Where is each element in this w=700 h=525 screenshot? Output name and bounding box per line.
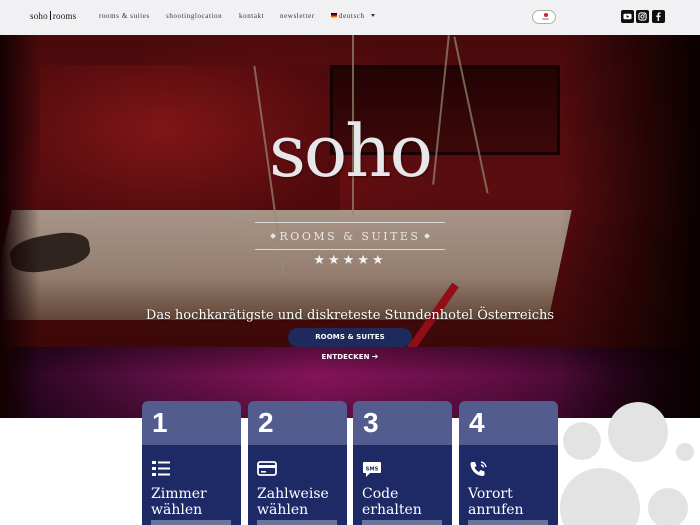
nav-link-newsletter[interactable]: newsletter xyxy=(280,12,315,20)
step-title: Zahlweise wählen xyxy=(257,486,329,518)
phone-icon xyxy=(470,461,487,476)
youtube-icon[interactable] xyxy=(621,10,634,23)
brand-subtitle: ROOMS & SUITES xyxy=(0,230,700,243)
step-title: Vorort anrufen xyxy=(468,486,524,518)
arrow-right-icon: ➔ xyxy=(371,352,379,361)
bubble-decor xyxy=(563,422,601,460)
step-number: 3 xyxy=(363,407,379,438)
status-toggle[interactable] xyxy=(532,10,556,24)
language-selector[interactable]: deutsch xyxy=(331,12,375,20)
logo-word-soho: soho xyxy=(30,11,48,21)
brand-rule-bottom xyxy=(255,249,445,250)
chevron-down-icon xyxy=(370,14,375,17)
language-label: deutsch xyxy=(339,12,365,20)
step-title-line2: wählen xyxy=(151,502,203,518)
hero-banner: soho ROOMS & SUITES ★★★★★ Das hochkaräti… xyxy=(0,35,700,418)
sms-icon: SMS xyxy=(363,462,381,477)
diamond-icon xyxy=(269,233,276,239)
step-number: 4 xyxy=(469,407,485,438)
bubble-decor xyxy=(608,402,668,462)
step-card-4[interactable]: 4 Vorort anrufen xyxy=(459,401,558,525)
step-title-line1: Vorort xyxy=(468,486,513,502)
explore-rooms-button[interactable]: ROOMS & SUITES ENTDECKEN ➔ xyxy=(288,328,412,361)
step-title-line1: Code xyxy=(362,486,399,502)
step-title-line2: anrufen xyxy=(468,502,524,518)
list-icon xyxy=(152,461,170,476)
step-number: 1 xyxy=(152,407,168,438)
bubble-decor xyxy=(560,468,640,525)
svg-text:SMS: SMS xyxy=(366,467,379,473)
brand-subtitle-text: ROOMS & SUITES xyxy=(279,230,421,243)
step-card-2[interactable]: 2 Zahlweise wählen xyxy=(248,401,347,525)
brand-wordmark: soho xyxy=(268,109,433,193)
brand-rule-top xyxy=(255,222,445,223)
hero-brand-logo: soho xyxy=(0,115,700,187)
step-text-cropped xyxy=(151,520,231,525)
star-rating: ★★★★★ xyxy=(313,253,387,268)
step-card-3[interactable]: 3 SMS Code erhalten xyxy=(353,401,452,525)
step-title-line1: Zahlweise xyxy=(257,486,329,502)
step-title: Zimmer wählen xyxy=(151,486,207,518)
bubble-decor xyxy=(676,443,694,461)
step-title-line1: Zimmer xyxy=(151,486,207,502)
bubble-decor xyxy=(648,488,688,525)
credit-card-icon xyxy=(257,461,277,476)
step-text-cropped xyxy=(362,520,442,525)
status-dot-icon xyxy=(544,13,548,17)
nav-link-kontakt[interactable]: kontakt xyxy=(239,12,264,20)
instagram-icon[interactable] xyxy=(636,10,649,23)
top-navigation: soho rooms rooms & suites shootinglocatio… xyxy=(0,0,700,35)
diamond-icon xyxy=(424,233,431,239)
logo-word-rooms: rooms xyxy=(52,11,77,21)
step-title: Code erhalten xyxy=(362,486,422,518)
hero-tagline: Das hochkarätigste und diskreteste Stund… xyxy=(145,308,555,323)
step-card-1[interactable]: 1 Zimmer wählen xyxy=(142,401,241,525)
facebook-icon[interactable] xyxy=(652,10,665,23)
step-text-cropped xyxy=(468,520,548,525)
step-text-cropped xyxy=(257,520,337,525)
step-number: 2 xyxy=(258,407,274,438)
german-flag-icon xyxy=(331,13,337,18)
nav-link-rooms-suites[interactable]: rooms & suites xyxy=(99,12,150,20)
nav-link-shootinglocation[interactable]: shootinglocation xyxy=(166,12,222,20)
status-bar-icon xyxy=(542,18,549,20)
step-title-line2: erhalten xyxy=(362,502,422,518)
logo-divider xyxy=(49,11,51,20)
step-title-line2: wählen xyxy=(257,502,309,518)
site-logo[interactable]: soho rooms xyxy=(30,11,76,21)
